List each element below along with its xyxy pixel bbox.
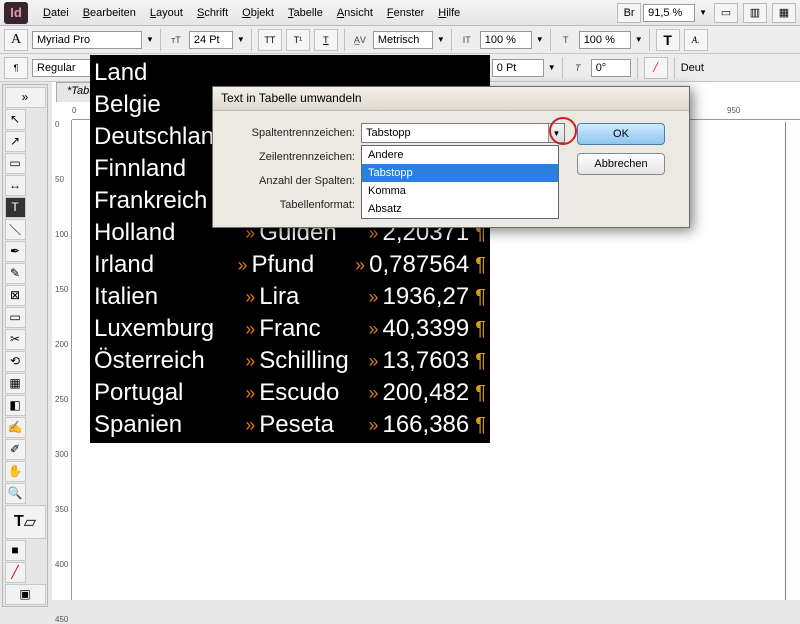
chevron-down-icon[interactable]: ▼ (437, 35, 445, 44)
table-row: Luxemburg»Franc»40,3399¶ (94, 313, 486, 345)
menu-layout[interactable]: Layout (143, 3, 190, 23)
menu-bar: Id DateiBearbeitenLayoutSchriftObjektTab… (0, 0, 800, 26)
char-format-button[interactable]: A (4, 29, 28, 51)
chevron-down-icon[interactable]: ▼ (548, 63, 556, 72)
font-family-field[interactable] (32, 31, 142, 49)
col-separator-label: Spaltentrennzeichen: (225, 127, 355, 139)
para-format-button[interactable]: ¶ (4, 57, 28, 79)
allcaps-button[interactable]: TT (258, 29, 282, 51)
screen-mode-tool[interactable]: ▣ (5, 584, 46, 605)
chevron-down-icon[interactable]: ▼ (146, 35, 154, 44)
cancel-button[interactable]: Abbrechen (577, 153, 665, 175)
scissors-tool[interactable]: ✂ (5, 329, 26, 350)
dropdown-option[interactable]: Andere (362, 146, 558, 164)
rect-tool[interactable]: ▭ (5, 307, 26, 328)
line-tool[interactable]: ＼ (5, 219, 26, 240)
table-row: Österreich»Schilling»13,7603¶ (94, 345, 486, 377)
menu-ansicht[interactable]: Ansicht (330, 3, 380, 23)
num-columns-label: Anzahl der Spalten: (225, 175, 355, 187)
dropdown-option[interactable]: Tabstopp (362, 164, 558, 182)
chevron-down-icon[interactable]: ▼ (536, 35, 544, 44)
table-row: Italien»Lira»1936,27¶ (94, 281, 486, 313)
transform-tool[interactable]: ⟲ (5, 351, 26, 372)
control-panel-row1: A ▼ тT ▼ TT T¹ T A̲V ▼ IT ▼ T ▼ T A. (0, 26, 800, 54)
toolbox: » ↖ ↗ ▭ ↔ T ＼ ✒ ✎ ⊠ ▭ ✂ ⟲ ▦ ◧ ✍ ✐ ✋ 🔍 T … (2, 84, 48, 607)
zoom-field[interactable] (643, 4, 695, 22)
fill-stroke-swap[interactable]: T ▱ (5, 505, 46, 539)
language-label: Deut (681, 62, 704, 74)
col-separator-value: Tabstopp (366, 127, 411, 139)
dropdown-arrow-icon[interactable]: ▼ (697, 8, 709, 17)
menu-objekt[interactable]: Objekt (235, 3, 281, 23)
app-logo: Id (4, 2, 28, 24)
vertical-ruler[interactable]: 050100150200250300350400450 (52, 120, 72, 600)
fill-color-button[interactable]: T (656, 29, 680, 51)
eyedropper-tool[interactable]: ✐ (5, 439, 26, 460)
size-icon: тT (167, 35, 185, 45)
right-margin-guide (785, 122, 786, 600)
chevron-down-icon[interactable]: ▼ (237, 35, 245, 44)
hscale-field[interactable] (579, 31, 631, 49)
gradient-tool[interactable]: ▦ (5, 373, 26, 394)
note-tool[interactable]: ✍ (5, 417, 26, 438)
skew-field[interactable] (591, 59, 631, 77)
chevron-down-icon[interactable]: ▼ (635, 35, 643, 44)
stroke-color-button[interactable]: ╱ (644, 57, 668, 79)
screen-mode-icon[interactable]: ▭ (714, 3, 738, 23)
arrange-icon[interactable]: ▦ (772, 3, 796, 23)
zoom-tool[interactable]: 🔍 (5, 483, 26, 504)
skew-icon: T (569, 63, 587, 73)
kerning-icon: A̲V (351, 35, 369, 45)
bridge-icon[interactable]: Br (617, 3, 641, 23)
expand-icon[interactable]: » (5, 87, 46, 108)
menu-fenster[interactable]: Fenster (380, 3, 431, 23)
direct-selection-tool[interactable]: ↗ (5, 131, 26, 152)
dropdown-option[interactable]: Absatz (362, 200, 558, 218)
type-tool[interactable]: T (5, 197, 26, 218)
hscale-icon: T (557, 35, 575, 45)
dropdown-option[interactable]: Komma (362, 182, 558, 200)
convert-text-to-table-dialog: Text in Tabelle umwandeln Spaltentrennze… (212, 86, 690, 228)
col-separator-combo[interactable]: Tabstopp ▼ (361, 123, 565, 143)
menu-datei[interactable]: Datei (36, 3, 76, 23)
gradient-feather-tool[interactable]: ◧ (5, 395, 26, 416)
char-style-button[interactable]: A. (684, 29, 708, 51)
apply-color-button[interactable]: ■ (5, 540, 26, 561)
vscale-field[interactable] (480, 31, 532, 49)
pen-tool[interactable]: ✒ (5, 241, 26, 262)
table-row: Spanien»Peseta»166,386¶ (94, 409, 486, 441)
menu-schrift[interactable]: Schrift (190, 3, 235, 23)
superscript-button[interactable]: T¹ (286, 29, 310, 51)
table-format-label: Tabellenformat: (225, 199, 355, 211)
underline-button[interactable]: T (314, 29, 338, 51)
menu-hilfe[interactable]: Hilfe (431, 3, 467, 23)
pencil-tool[interactable]: ✎ (5, 263, 26, 284)
ok-button[interactable]: OK (577, 123, 665, 145)
font-size-field[interactable] (189, 31, 233, 49)
view-options-icon[interactable]: ▥ (743, 3, 767, 23)
vscale-icon: IT (458, 35, 476, 45)
rect-frame-tool[interactable]: ⊠ (5, 285, 26, 306)
col-separator-dropdown: AndereTabstoppKommaAbsatz (361, 145, 559, 219)
apply-none-button[interactable]: ╱ (5, 562, 26, 583)
gap-tool[interactable]: ↔ (5, 175, 26, 196)
table-row: Portugal»Escudo»200,482¶ (94, 377, 486, 409)
kerning-field[interactable] (373, 31, 433, 49)
menu-tabelle[interactable]: Tabelle (281, 3, 330, 23)
dialog-title: Text in Tabelle umwandeln (213, 87, 689, 111)
row-separator-label: Zeilentrennzeichen: (225, 151, 355, 163)
table-row: Irland»Pfund»0,787564¶ (94, 249, 486, 281)
hand-tool[interactable]: ✋ (5, 461, 26, 482)
menu-bearbeiten[interactable]: Bearbeiten (76, 3, 143, 23)
chevron-down-icon[interactable]: ▼ (548, 124, 564, 142)
selection-tool[interactable]: ↖ (5, 109, 26, 130)
baseline-field[interactable] (492, 59, 544, 77)
page-tool[interactable]: ▭ (5, 153, 26, 174)
